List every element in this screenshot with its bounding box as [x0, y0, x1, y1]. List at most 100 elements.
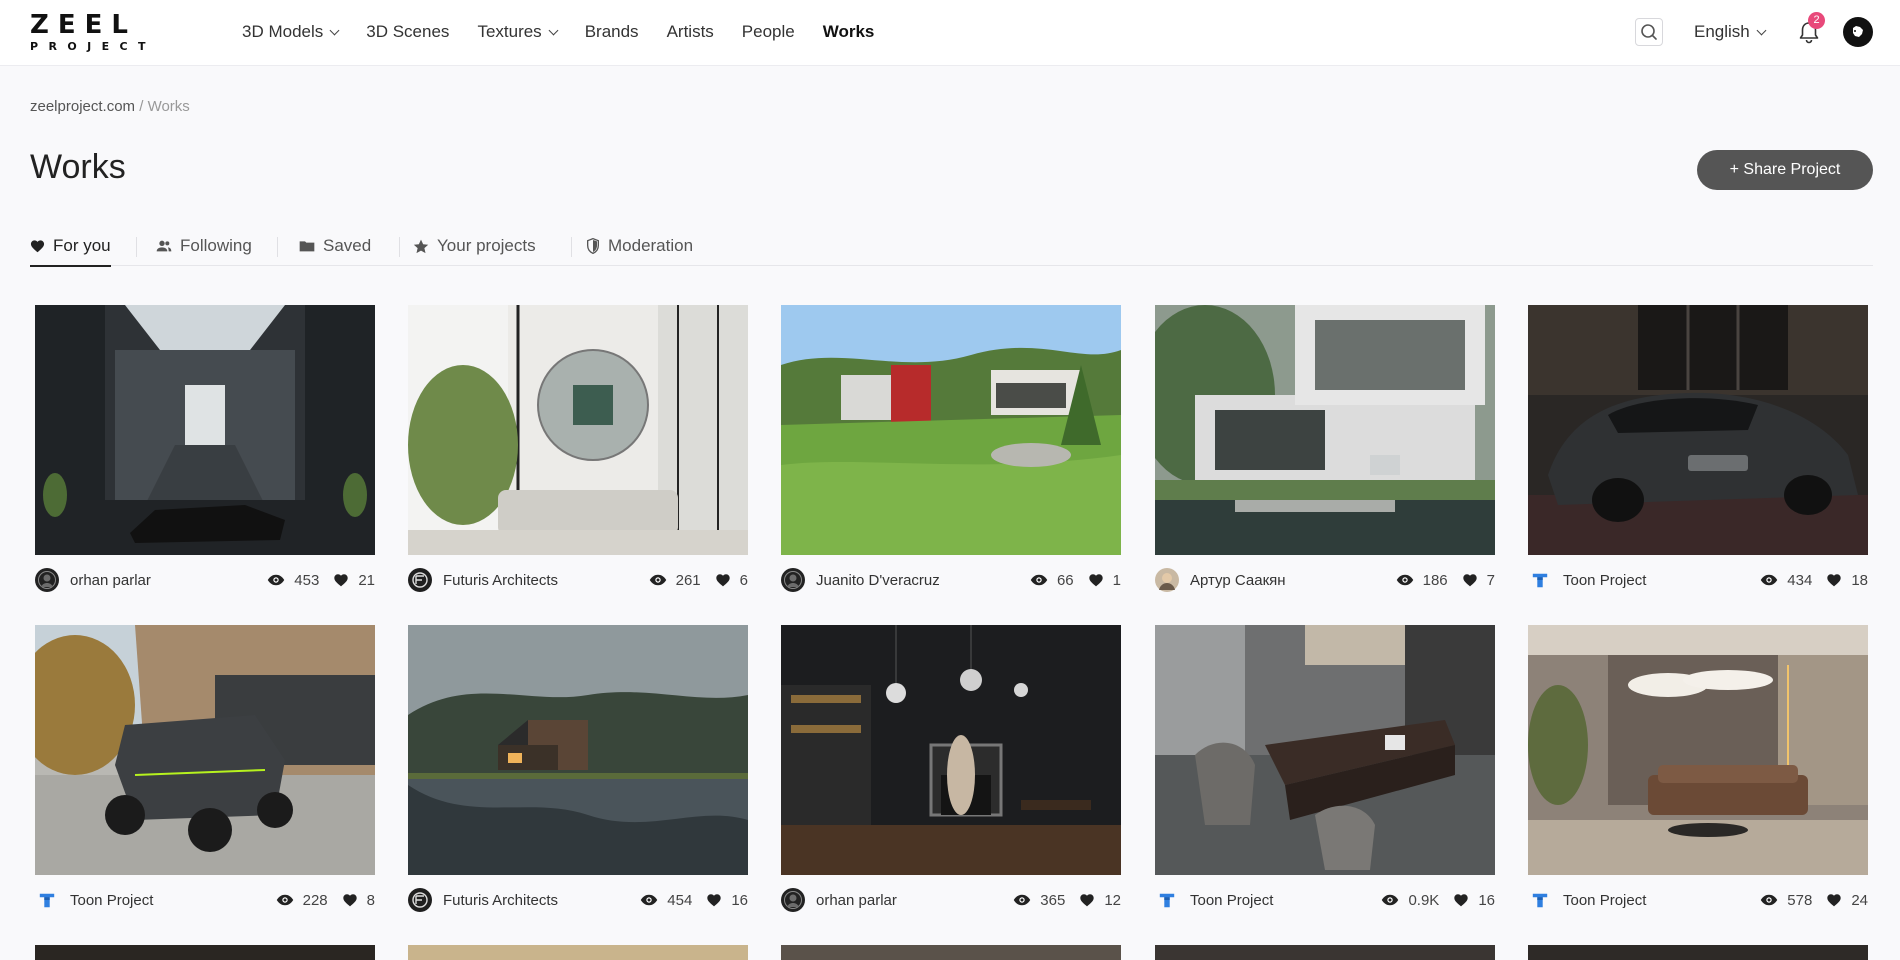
work-card[interactable]: Futuris Architects 261 6: [408, 305, 748, 605]
tab-moderation[interactable]: Moderation: [586, 226, 693, 266]
heart-icon: [715, 574, 730, 587]
share-project-button[interactable]: + Share Project: [1697, 150, 1873, 190]
author-name[interactable]: orhan parlar: [70, 572, 253, 589]
likes-count[interactable]: 12: [1079, 892, 1121, 909]
likes-count[interactable]: 7: [1462, 572, 1495, 589]
author-avatar[interactable]: [781, 888, 805, 912]
work-thumbnail[interactable]: [408, 945, 748, 960]
views-value: 261: [675, 571, 701, 589]
author-name[interactable]: Toon Project: [1563, 572, 1746, 589]
nav-item-textures[interactable]: Textures: [477, 22, 559, 42]
language-select[interactable]: English: [1694, 20, 1767, 44]
author-name[interactable]: Артур Саакян: [1190, 572, 1382, 589]
breadcrumb-home-link[interactable]: zeelproject.com: [30, 98, 135, 115]
work-card[interactable]: Toon Project 228 8: [35, 625, 375, 925]
tab-label: Moderation: [608, 236, 694, 255]
work-thumbnail[interactable]: [35, 945, 375, 960]
views-value: 454: [667, 891, 693, 909]
nav-item-3d-scenes[interactable]: 3D Scenes: [366, 22, 449, 42]
tab-saved[interactable]: Saved: [299, 226, 371, 266]
tab-divider: [277, 237, 278, 257]
tab-following[interactable]: Following: [156, 226, 252, 266]
author-name[interactable]: Futuris Architects: [443, 892, 626, 909]
user-avatar[interactable]: [1843, 17, 1873, 47]
work-thumbnail[interactable]: [1528, 305, 1868, 555]
likes-count[interactable]: 18: [1826, 572, 1868, 589]
work-thumbnail[interactable]: [35, 625, 375, 875]
tab-label: Saved: [323, 236, 372, 255]
likes-count[interactable]: 16: [1453, 892, 1495, 909]
work-card[interactable]: Toon Project 0.9K 16: [1155, 625, 1495, 925]
site-logo[interactable]: ZEEL PROJECT: [30, 12, 156, 54]
work-meta: Toon Project 578 24: [1528, 887, 1868, 913]
work-image: [781, 305, 1121, 555]
nav-item-works[interactable]: Works: [823, 22, 875, 42]
author-avatar[interactable]: [408, 568, 432, 592]
work-thumbnail[interactable]: [1155, 625, 1495, 875]
likes-count[interactable]: 24: [1826, 892, 1868, 909]
author-name[interactable]: Toon Project: [1190, 892, 1367, 909]
work-image: [35, 305, 375, 555]
work-card[interactable]: Toon Project 434 18: [1528, 305, 1868, 605]
tab-your-projects[interactable]: Your projects: [413, 226, 536, 266]
author-avatar[interactable]: [35, 888, 59, 912]
author-avatar[interactable]: [1155, 888, 1179, 912]
work-card[interactable]: Toon Project 578 24: [1528, 625, 1868, 925]
work-thumbnail[interactable]: [408, 305, 748, 555]
eye-icon: [1382, 894, 1399, 906]
author-avatar[interactable]: [781, 568, 805, 592]
nav-label: Works: [822, 22, 875, 41]
work-card[interactable]: Артур Саакян 186 7: [1155, 305, 1495, 605]
work-card[interactable]: Futuris Architects 454 16: [408, 625, 748, 925]
work-thumbnail[interactable]: [408, 625, 748, 875]
author-avatar[interactable]: [408, 888, 432, 912]
work-image: [1155, 625, 1495, 875]
work-meta: Futuris Architects 261 6: [408, 567, 748, 593]
author-name[interactable]: orhan parlar: [816, 892, 999, 909]
work-thumbnail[interactable]: [1528, 945, 1868, 960]
work-card[interactable]: Juanito D'veracruz 66 1: [781, 305, 1121, 605]
heart-icon: [30, 240, 45, 253]
author-avatar[interactable]: [35, 568, 59, 592]
tab-divider: [399, 237, 400, 257]
search-button[interactable]: [1635, 18, 1663, 46]
work-card[interactable]: orhan parlar 453 21: [35, 305, 375, 605]
likes-count[interactable]: 21: [333, 572, 375, 589]
work-thumbnail[interactable]: [1155, 945, 1495, 960]
nav-item-artists[interactable]: Artists: [667, 22, 714, 42]
author-name[interactable]: Juanito D'veracruz: [816, 572, 1016, 589]
author-name[interactable]: Toon Project: [70, 892, 262, 909]
author-name[interactable]: Futuris Architects: [443, 572, 635, 589]
views-value: 434: [1787, 571, 1813, 589]
author-avatar[interactable]: [1528, 888, 1552, 912]
work-thumbnail[interactable]: [35, 305, 375, 555]
work-thumbnail[interactable]: [1155, 305, 1495, 555]
likes-count[interactable]: 1: [1088, 572, 1121, 589]
nav-label: 3D Models: [242, 22, 324, 41]
chevron-down-icon: [548, 25, 559, 35]
work-thumbnail[interactable]: [781, 625, 1121, 875]
likes-count[interactable]: 8: [342, 892, 375, 909]
work-image: [35, 625, 375, 875]
author-name[interactable]: Toon Project: [1563, 892, 1746, 909]
work-meta: orhan parlar 365 12: [781, 887, 1121, 913]
avatar-photo: [1155, 568, 1179, 592]
nav-item-brands[interactable]: Brands: [585, 22, 639, 42]
work-card[interactable]: orhan parlar 365 12: [781, 625, 1121, 925]
likes-count[interactable]: 16: [706, 892, 748, 909]
work-meta: Toon Project 0.9K 16: [1155, 887, 1495, 913]
work-thumbnail[interactable]: [781, 305, 1121, 555]
nav-item-people[interactable]: People: [742, 22, 795, 42]
eye-icon: [276, 894, 293, 906]
views-value: 228: [302, 891, 328, 909]
author-avatar[interactable]: [1528, 568, 1552, 592]
work-image: [1528, 305, 1868, 555]
work-thumbnail[interactable]: [1528, 625, 1868, 875]
likes-count[interactable]: 6: [715, 572, 748, 589]
author-avatar[interactable]: [1155, 568, 1179, 592]
work-thumbnail[interactable]: [781, 945, 1121, 960]
page-title: Works: [30, 148, 126, 186]
logo-wordmark: ZEEL: [30, 10, 137, 40]
tab-for-you[interactable]: For you: [30, 226, 111, 267]
nav-item-3d-models[interactable]: 3D Models: [242, 22, 340, 42]
